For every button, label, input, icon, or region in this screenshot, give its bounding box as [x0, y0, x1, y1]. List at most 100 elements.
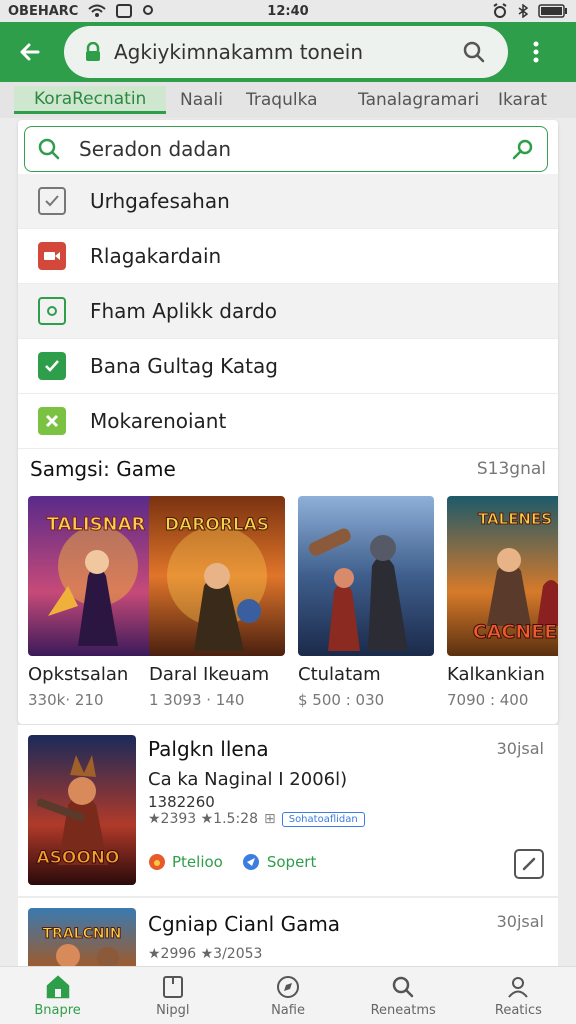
nav-item-bookmarks[interactable]: Nipgl: [115, 967, 230, 1024]
featured-subtitle: Ca ka Naginal I 2006l): [148, 769, 348, 790]
action-label: Sopert: [266, 853, 317, 871]
send-icon: [242, 854, 259, 870]
address-bar[interactable]: Agkiykimnakamm tonein: [64, 26, 508, 78]
featured-age: 30jsal: [496, 739, 544, 758]
nav-item-profile[interactable]: Reatics: [461, 967, 576, 1024]
featured-count: 1382260: [148, 793, 215, 811]
status-bar: OBEHARC 12:40: [0, 0, 576, 22]
game-name: Kalkankian: [447, 664, 545, 685]
cover-title: TRALCNIN: [42, 926, 121, 942]
flame-icon: [149, 854, 165, 870]
nav-label: Nafie: [271, 1003, 305, 1018]
person-icon: [504, 973, 532, 1001]
nav-label: Reatics: [494, 1003, 542, 1018]
featured-rating: ★2996 ★3/2053: [148, 946, 263, 962]
nav-label: Nipgl: [156, 1003, 190, 1018]
tag-icon: ⊞: [263, 811, 276, 827]
compass-icon: [274, 973, 302, 1001]
address-search-button[interactable]: [458, 36, 490, 68]
games-carousel: TALISNAR Opkstsalan 330k· 210 DARORLAS D…: [28, 496, 558, 716]
menu-item-2[interactable]: Fham Aplikk dardo: [18, 284, 558, 339]
game-meta: $ 500 : 030: [298, 691, 385, 709]
game-card[interactable]: Ctulatam $ 500 : 030: [298, 496, 434, 709]
section-see-all-link[interactable]: S13gnal: [477, 459, 546, 479]
pencil-icon: [522, 857, 536, 871]
suggestion-list: Urhgafesahan Rlagakardain Fham Aplikk da…: [18, 174, 558, 449]
game-card[interactable]: DARORLAS Daral Ikeuam 1 3093 · 140: [149, 496, 285, 709]
featured-title: Palgkn llena: [148, 737, 269, 761]
dropdown-card: Seradon dadan Urhgafesahan Rlagakardain …: [18, 120, 558, 724]
featured-cover: ASOONO: [28, 735, 136, 885]
tab-label: Traqulka: [246, 90, 318, 110]
cover-title: DARORLAS: [165, 515, 269, 535]
action-label: Ptelioo: [172, 853, 223, 871]
game-card[interactable]: TALENES CACNEE Kalkankian 7090 : 400: [447, 496, 558, 709]
search-input-value: Seradon dadan: [79, 137, 232, 161]
url-text: Agkiykimnakamm tonein: [114, 40, 364, 64]
bottom-navigation: Bnapre Nipgl Nafie Reneatms Reatics: [0, 966, 576, 1024]
action-button-2[interactable]: Sopert: [241, 853, 317, 871]
featured-app-card-2[interactable]: TRALCNIN Cgniap Cianl Gama 30jsal ★2996 …: [18, 898, 558, 968]
menu-item-4[interactable]: Mokarenoiant: [18, 394, 558, 449]
game-meta: 1 3093 · 140: [149, 691, 245, 709]
nav-item-search[interactable]: Reneatms: [346, 967, 461, 1024]
game-name: Opkstsalan: [28, 664, 129, 685]
featured-age: 30jsal: [496, 912, 544, 931]
featured-app-card[interactable]: ASOONO Palgkn llena 30jsal Ca ka Naginal…: [18, 724, 558, 896]
search-submit-button[interactable]: [509, 135, 537, 163]
overflow-menu-button[interactable]: [524, 32, 548, 72]
tab-label: Ikarat: [498, 90, 548, 110]
menu-item-label: Bana Gultag Katag: [90, 354, 278, 378]
tab-2[interactable]: Traqulka: [246, 86, 318, 114]
menu-item-label: Rlagakardain: [90, 244, 222, 268]
menu-item-1[interactable]: Rlagakardain: [18, 229, 558, 284]
tab-3[interactable]: Tanalagramari: [358, 86, 479, 114]
app-bar: Agkiykimnakamm tonein: [0, 22, 576, 82]
menu-item-label: Fham Aplikk dardo: [90, 299, 278, 323]
edit-button[interactable]: [514, 849, 544, 879]
section-header: Samgsi: Game S13gnal: [30, 454, 546, 484]
search-icon: [463, 41, 485, 63]
nav-item-home[interactable]: Bnapre: [0, 967, 115, 1024]
cover-title: TALISNAR: [47, 514, 146, 535]
search-icon: [35, 135, 63, 163]
game-cover: [298, 496, 434, 656]
puzzle-icon: [38, 407, 66, 435]
arrow-left-icon: [20, 43, 40, 61]
tab-0[interactable]: KoraRecnatin: [14, 86, 167, 114]
svg-text:TALENES: TALENES: [478, 510, 552, 528]
search-icon: [389, 973, 417, 1001]
nav-label: Bnapre: [34, 1003, 81, 1018]
back-button[interactable]: [10, 32, 50, 72]
game-card[interactable]: TALISNAR Opkstsalan 330k· 210: [28, 496, 164, 709]
lock-icon: [82, 41, 104, 63]
game-cover: TALISNAR: [28, 496, 164, 656]
tab-label: Naali: [180, 90, 223, 110]
search-field[interactable]: Seradon dadan: [24, 126, 548, 172]
bookmark-icon: [159, 973, 187, 1001]
featured-cover: TRALCNIN: [28, 908, 136, 968]
game-meta: 330k· 210: [28, 691, 104, 709]
tab-4[interactable]: Ikarat: [498, 86, 547, 114]
menu-item-label: Mokarenoiant: [90, 409, 227, 433]
category-tabs: KoraRecnatin Naali Traqulka Tanalagramar…: [0, 82, 576, 118]
rating-text: ★2393 ★1.5:28: [148, 811, 258, 827]
cover-title: CACNEE: [473, 621, 557, 643]
game-cover: DARORLAS: [149, 496, 285, 656]
menu-item-0[interactable]: Urhgafesahan: [18, 174, 558, 229]
tab-1[interactable]: Naali: [180, 86, 223, 114]
menu-item-label: Urhgafesahan: [90, 189, 230, 213]
section-title: Samgsi: Game: [30, 457, 176, 481]
menu-item-3[interactable]: Bana Gultag Katag: [18, 339, 558, 394]
featured-actions: Ptelioo Sopert: [148, 853, 316, 871]
nav-label: Reneatms: [370, 1003, 436, 1018]
featured-rating: ★2393 ★1.5:28 ⊞ Sohatoaflidan: [148, 811, 365, 827]
game-meta: 7090 : 400: [447, 691, 529, 709]
action-button-1[interactable]: Ptelioo: [148, 853, 223, 871]
magnifier-icon: [512, 139, 533, 160]
app-icon: [38, 297, 66, 325]
featured-badge: Sohatoaflidan: [281, 811, 365, 827]
video-icon: [38, 242, 66, 270]
game-name: Daral Ikeuam: [149, 664, 270, 685]
nav-item-explore[interactable]: Nafie: [230, 967, 345, 1024]
